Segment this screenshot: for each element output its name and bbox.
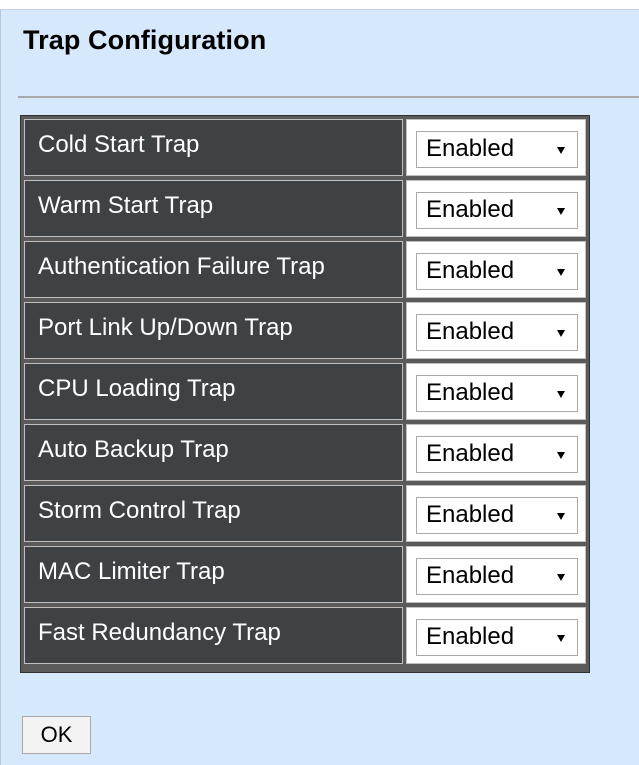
- trap-value-cell: Enabled: [406, 119, 586, 176]
- trap-row-cold-start: Cold Start Trap Enabled: [24, 119, 586, 176]
- trap-label: Cold Start Trap: [24, 119, 403, 176]
- dropdown-arrow-icon: [557, 452, 565, 459]
- dropdown-arrow-icon: [557, 269, 565, 276]
- trap-label: Storm Control Trap: [24, 485, 403, 542]
- trap-label: MAC Limiter Trap: [24, 546, 403, 603]
- trap-row-storm-control: Storm Control Trap Enabled: [24, 485, 586, 542]
- select-value: Enabled: [426, 501, 515, 528]
- cpu-loading-trap-select[interactable]: Enabled: [416, 375, 578, 412]
- page-title: Trap Configuration: [23, 25, 267, 55]
- warm-start-trap-select[interactable]: Enabled: [416, 192, 578, 229]
- select-value: Enabled: [426, 440, 515, 467]
- trap-value-cell: Enabled: [406, 180, 586, 237]
- dropdown-arrow-icon: [557, 208, 565, 215]
- trap-value-cell: Enabled: [406, 302, 586, 359]
- trap-settings-table: Cold Start Trap Enabled Warm Start Trap …: [20, 115, 590, 673]
- trap-configuration-panel: Trap Configuration Cold Start Trap Enabl…: [0, 9, 639, 765]
- trap-label: CPU Loading Trap: [24, 363, 403, 420]
- trap-value-cell: Enabled: [406, 241, 586, 298]
- select-value: Enabled: [426, 379, 515, 406]
- select-value: Enabled: [426, 196, 515, 223]
- dropdown-arrow-icon: [557, 635, 565, 642]
- select-value: Enabled: [426, 562, 515, 589]
- dropdown-arrow-icon: [557, 330, 565, 337]
- dropdown-arrow-icon: [557, 574, 565, 581]
- fast-redundancy-trap-select[interactable]: Enabled: [416, 619, 578, 656]
- trap-row-port-link-up-down: Port Link Up/Down Trap Enabled: [24, 302, 586, 359]
- trap-label: Auto Backup Trap: [24, 424, 403, 481]
- trap-row-cpu-loading: CPU Loading Trap Enabled: [24, 363, 586, 420]
- trap-value-cell: Enabled: [406, 485, 586, 542]
- authentication-failure-trap-select[interactable]: Enabled: [416, 253, 578, 290]
- trap-row-fast-redundancy: Fast Redundancy Trap Enabled: [24, 607, 586, 664]
- mac-limiter-trap-select[interactable]: Enabled: [416, 558, 578, 595]
- select-value: Enabled: [426, 135, 515, 162]
- trap-value-cell: Enabled: [406, 546, 586, 603]
- select-value: Enabled: [426, 318, 515, 345]
- trap-label: Warm Start Trap: [24, 180, 403, 237]
- dropdown-arrow-icon: [557, 513, 565, 520]
- trap-value-cell: Enabled: [406, 607, 586, 664]
- trap-row-mac-limiter: MAC Limiter Trap Enabled: [24, 546, 586, 603]
- title-divider: [18, 96, 639, 98]
- ok-button[interactable]: OK: [22, 716, 91, 754]
- trap-value-cell: Enabled: [406, 424, 586, 481]
- trap-value-cell: Enabled: [406, 363, 586, 420]
- cold-start-trap-select[interactable]: Enabled: [416, 131, 578, 168]
- dropdown-arrow-icon: [557, 391, 565, 398]
- select-value: Enabled: [426, 257, 515, 284]
- trap-row-warm-start: Warm Start Trap Enabled: [24, 180, 586, 237]
- trap-label: Authentication Failure Trap: [24, 241, 403, 298]
- auto-backup-trap-select[interactable]: Enabled: [416, 436, 578, 473]
- trap-label: Port Link Up/Down Trap: [24, 302, 403, 359]
- trap-row-auto-backup: Auto Backup Trap Enabled: [24, 424, 586, 481]
- trap-label: Fast Redundancy Trap: [24, 607, 403, 664]
- select-value: Enabled: [426, 623, 515, 650]
- port-link-up-down-trap-select[interactable]: Enabled: [416, 314, 578, 351]
- storm-control-trap-select[interactable]: Enabled: [416, 497, 578, 534]
- dropdown-arrow-icon: [557, 147, 565, 154]
- trap-row-authentication-failure: Authentication Failure Trap Enabled: [24, 241, 586, 298]
